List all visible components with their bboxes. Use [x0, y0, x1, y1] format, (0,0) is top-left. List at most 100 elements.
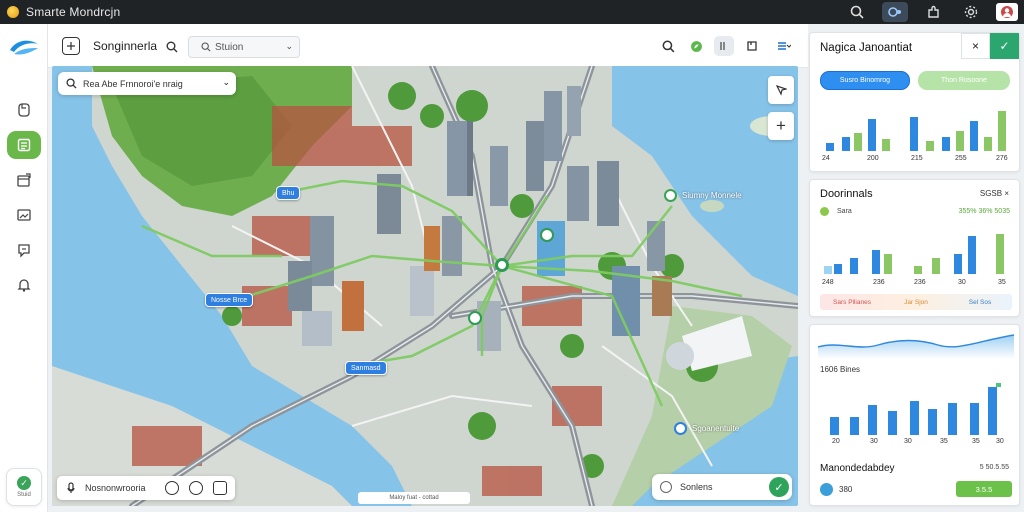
trend-line-chart	[818, 334, 1014, 359]
voice-bar-text: Nosnonwrooria	[85, 483, 146, 493]
compass-button[interactable]	[768, 76, 794, 104]
legend-row: Sara 355% 36% 5035	[820, 207, 1010, 216]
route-go-button[interactable]: ✓	[769, 477, 789, 497]
summary-status-icon	[820, 482, 833, 496]
panel3-bar-chart	[830, 383, 1001, 435]
zoom-in-button[interactable]: +	[768, 112, 794, 140]
category-chips: Sars Pllianes Jar Sjon Sel Sos	[820, 294, 1012, 310]
summary-value: 380	[839, 484, 853, 494]
map-callout-station[interactable]: Siumny Monnele	[664, 189, 742, 202]
eco-leaf-icon[interactable]	[686, 36, 706, 56]
map-pin-label: Bhu	[282, 189, 295, 197]
expand-icon[interactable]	[213, 481, 227, 495]
route-node-marker[interactable]	[540, 228, 554, 242]
map-rendering	[52, 66, 798, 506]
user-avatar-icon[interactable]	[996, 3, 1018, 21]
filter-pill-primary[interactable]: Susro Binomrog	[820, 71, 910, 90]
rail-status-widget[interactable]: ✓ Stuid	[6, 468, 42, 506]
chart-tick: 30	[958, 279, 966, 286]
panel-right-label[interactable]: SGSB ×	[980, 189, 1009, 198]
panel-documents: Doorinnals SGSB × Sara 355% 36% 5035 248…	[809, 179, 1020, 317]
legend-value: 355% 36% 5035	[958, 208, 1010, 215]
map-callout-terminal[interactable]: Sgoanentuite	[674, 422, 739, 435]
zoom-search-icon[interactable]	[658, 36, 678, 56]
status-check-icon: ✓	[17, 476, 31, 490]
callout-label: Siumny Monnele	[682, 191, 742, 200]
toolbar-search-value: Stuion	[215, 41, 244, 53]
ruler-icon[interactable]	[714, 36, 734, 56]
history-icon[interactable]	[165, 481, 179, 495]
map-voice-bar[interactable]: Nosnonwrooria	[57, 476, 235, 500]
map-pin-bhu[interactable]: Bhu	[276, 186, 301, 200]
panel-actions: × ✓	[961, 33, 1019, 59]
panel-regional-stats: Nagica Janoantiat × ✓ Susro Binomrog Tho…	[809, 32, 1020, 172]
search-icon	[166, 41, 178, 53]
map-scale-bar: Maloy fuat - cottad	[358, 492, 470, 504]
panel-title: Doorinnals	[820, 188, 873, 200]
route-input-box[interactable]: Sonlens ✓	[652, 474, 792, 500]
chart-tick: 236	[914, 279, 926, 286]
rail-item-documents[interactable]	[7, 96, 41, 124]
chart-tick: 20	[832, 438, 840, 445]
toolbar-search-input[interactable]: Stuion ⌄	[188, 36, 300, 58]
menu-dropdown-icon[interactable]	[770, 36, 798, 56]
summary-action-button[interactable]: 3.5.5	[956, 481, 1012, 497]
rail-item-images[interactable]	[7, 201, 41, 229]
rail-item-chat[interactable]	[7, 236, 41, 264]
route-hub-marker[interactable]	[495, 258, 509, 272]
titlebar-actions	[838, 0, 1024, 24]
target-icon[interactable]	[189, 481, 203, 495]
window-titlebar: Smarte Mondrcjn	[0, 0, 1024, 24]
bookmark-icon[interactable]	[742, 36, 762, 56]
chart-tick: 200	[867, 155, 879, 162]
map-search-placeholder: Rea Abe Frnnoroi'e nraig	[83, 78, 183, 89]
profile-switch-icon[interactable]	[882, 2, 908, 22]
close-button[interactable]: ×	[961, 33, 990, 59]
chart-tick: 30	[870, 438, 878, 445]
rail-item-calendar[interactable]	[7, 166, 41, 194]
summary-row: 380 3.5.5	[820, 480, 1012, 498]
route-node-marker[interactable]	[468, 311, 482, 325]
bell-icon	[17, 279, 31, 292]
filter-pill-secondary[interactable]: Thon Rosoone	[918, 71, 1010, 90]
chart-tick: 255	[955, 155, 967, 162]
map-canvas[interactable]: Rea Abe Frnnoroi'e nraig ⌄ + Bhu Nosse B…	[52, 66, 798, 506]
section-meta: 5 50.5.55	[979, 464, 1009, 471]
layers-icon[interactable]	[62, 37, 80, 55]
chip-label[interactable]: Jar Sjon	[884, 299, 948, 306]
chip-label[interactable]: Sars Pllianes	[820, 299, 884, 306]
callout-label: Sgoanentuite	[692, 424, 740, 433]
image-icon	[17, 209, 31, 221]
rail-item-notifications[interactable]	[7, 271, 41, 299]
left-rail: ✓ Stuid	[0, 24, 48, 512]
chart-tick: 236	[873, 279, 885, 286]
map-search-input[interactable]: Rea Abe Frnnoroi'e nraig ⌄	[58, 72, 236, 95]
route-input-text: Sonlens	[680, 482, 713, 492]
kpi-label: 1606 Bines	[820, 365, 861, 374]
confirm-button[interactable]: ✓	[990, 33, 1019, 59]
scale-text: Maloy fuat - cottad	[389, 495, 439, 501]
chat-icon	[18, 244, 30, 258]
chart-tick: 276	[996, 155, 1008, 162]
page-title: Songinnerla	[93, 39, 158, 53]
search-small-icon	[201, 42, 211, 52]
map-pin-label: Sanmasd	[351, 364, 381, 372]
chevron-down-icon: ⌄	[222, 77, 230, 87]
callout-marker-icon	[664, 189, 677, 202]
legend-dot-icon	[820, 207, 829, 216]
chart-tick: 35	[998, 279, 1006, 286]
chart-tick: 215	[911, 155, 923, 162]
rail-item-list[interactable]	[7, 131, 41, 159]
map-pin-sanmasd[interactable]: Sanmasd	[345, 361, 387, 375]
map-pin-nosse-brce[interactable]: Nosse Brce	[205, 293, 254, 307]
chart-tick: 35	[940, 438, 948, 445]
panel1-bar-chart	[826, 111, 1006, 151]
settings-icon[interactable]	[958, 2, 984, 22]
rail-status-label: Stuid	[17, 492, 31, 498]
chip-label[interactable]: Sel Sos	[948, 299, 1012, 306]
chart-tick: 24	[822, 155, 830, 162]
search-icon[interactable]	[844, 2, 870, 22]
microphone-icon[interactable]	[67, 482, 75, 494]
extension-icon[interactable]	[920, 2, 946, 22]
route-origin-icon	[660, 481, 672, 493]
